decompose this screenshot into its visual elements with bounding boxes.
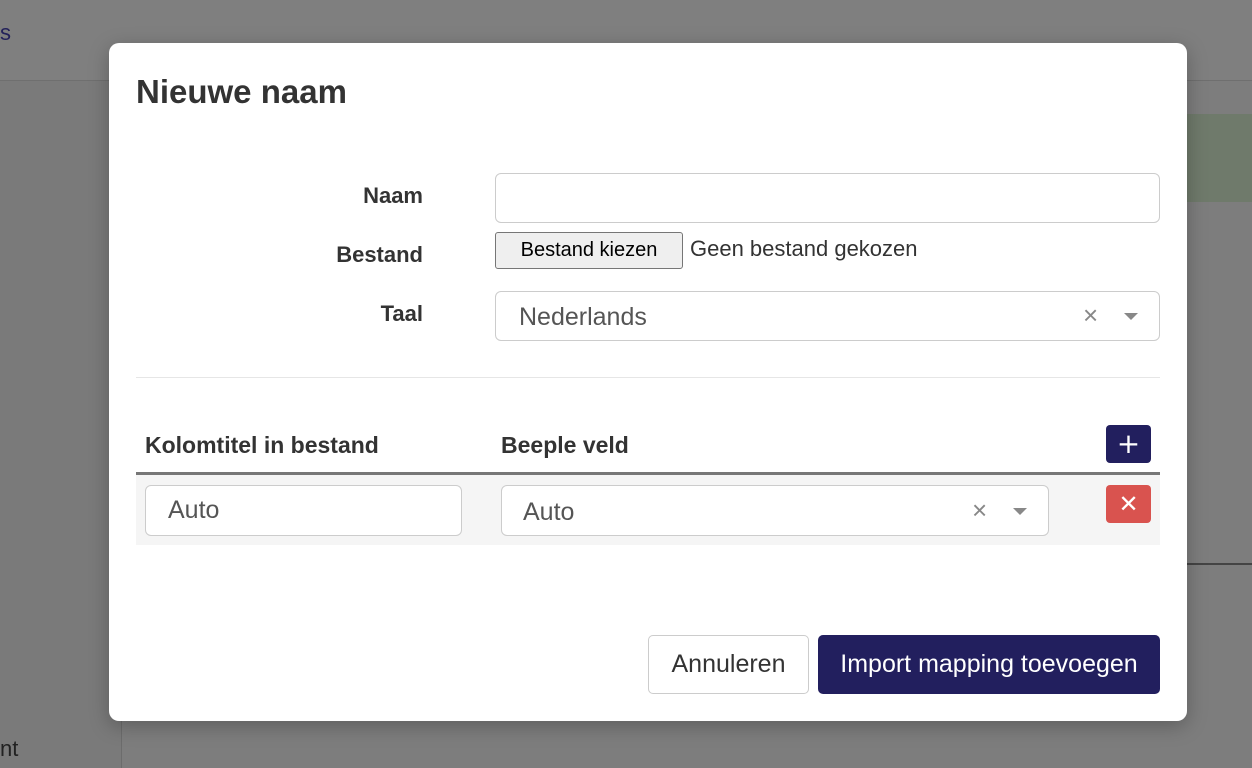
file-status: Geen bestand gekozen	[690, 236, 918, 261]
section-divider	[136, 377, 1160, 378]
bestand-label: Bestand	[336, 242, 423, 267]
chevron-down-icon[interactable]	[1124, 313, 1138, 320]
background-sidebar-text: nt	[0, 736, 19, 761]
column-header-beeple-veld: Beeple veld	[501, 432, 629, 458]
file-choose-button[interactable]: Bestand kiezen	[495, 232, 683, 269]
background-alert	[1186, 114, 1252, 202]
kolomtitel-input[interactable]	[145, 485, 462, 536]
background-nav-text: s	[0, 20, 11, 45]
modal-title: Nieuwe naam	[136, 73, 347, 110]
background-divider	[1186, 563, 1252, 565]
beeple-veld-select[interactable]: Auto ×	[501, 485, 1049, 536]
submit-button[interactable]: Import mapping toevoegen	[818, 635, 1160, 694]
naam-input[interactable]	[495, 173, 1160, 223]
background-sidebar: nt	[0, 81, 122, 768]
naam-label: Naam	[363, 183, 423, 208]
beeple-veld-clear-icon[interactable]: ×	[972, 497, 987, 523]
taal-label: Taal	[380, 301, 423, 326]
taal-select[interactable]: Nederlands ×	[495, 291, 1160, 341]
cancel-button[interactable]: Annuleren	[648, 635, 809, 694]
taal-select-value: Nederlands	[519, 303, 647, 331]
add-row-button[interactable]: +	[1106, 425, 1151, 463]
column-header-kolomtitel: Kolomtitel in bestand	[145, 432, 379, 458]
modal-dialog: Nieuwe naam Naam Bestand Bestand kiezen …	[109, 43, 1187, 721]
chevron-down-icon[interactable]	[1013, 508, 1027, 515]
delete-row-button[interactable]: ✕	[1106, 485, 1151, 523]
beeple-veld-select-value: Auto	[523, 498, 575, 526]
taal-clear-icon[interactable]: ×	[1083, 302, 1098, 328]
